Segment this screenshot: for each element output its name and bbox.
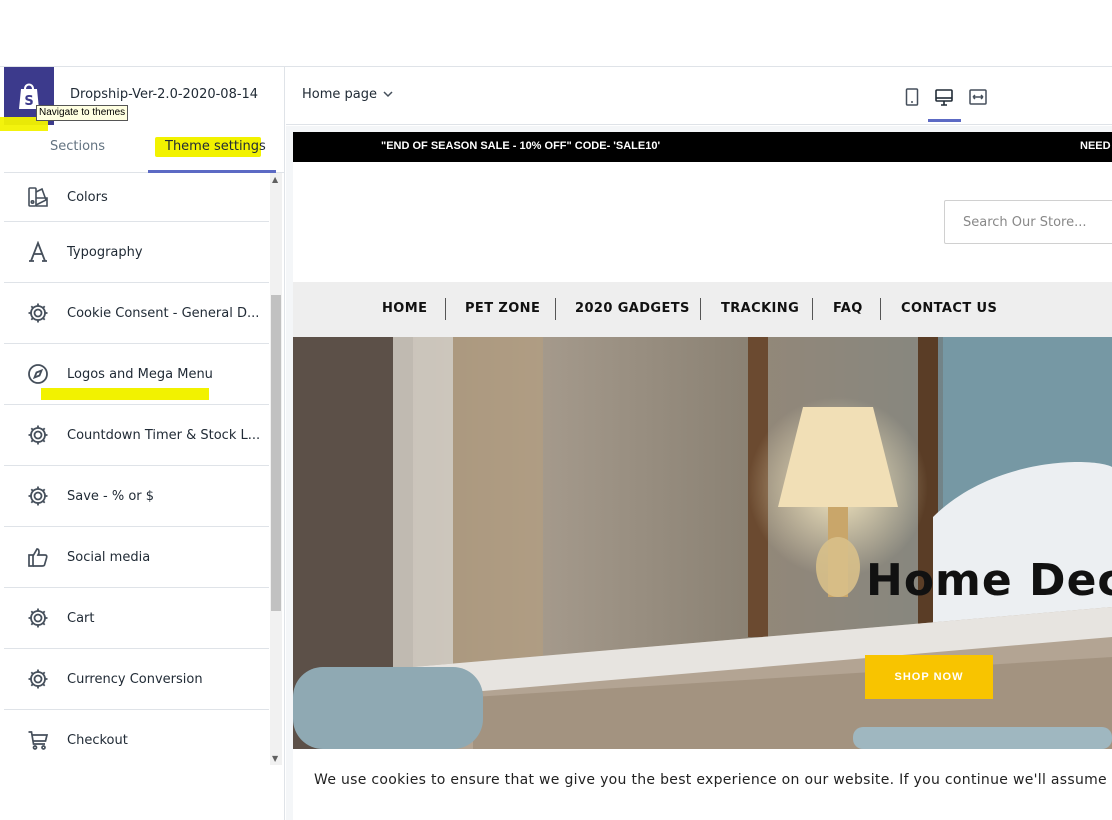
- fullscreen-view-button[interactable]: [966, 85, 990, 109]
- gear-icon: [26, 667, 50, 691]
- gear-icon: [26, 423, 50, 447]
- scroll-up-arrow-icon[interactable]: ▲: [272, 175, 278, 184]
- nav-separator: [700, 298, 701, 320]
- store-preview: "END OF SEASON SALE - 10% OFF" CODE- 'SA…: [293, 132, 1112, 820]
- shop-now-button[interactable]: SHOP NOW: [865, 655, 993, 699]
- hero-banner: Home Dec SHOP NOW: [293, 337, 1112, 749]
- nav-separator: [812, 298, 813, 320]
- desktop-icon: [935, 88, 953, 106]
- page-selector-label: Home page: [302, 87, 377, 102]
- tab-theme-settings[interactable]: Theme settings: [165, 139, 266, 154]
- top-band: [0, 0, 1112, 67]
- sidebar-scrollbar[interactable]: ▲ ▼: [270, 173, 282, 765]
- gear-icon: [26, 301, 50, 325]
- nav-separator: [445, 298, 446, 320]
- compass-icon: [26, 362, 50, 386]
- fullscreen-icon: [969, 89, 987, 105]
- hero-title: Home Dec: [866, 555, 1112, 606]
- store-search-input[interactable]: Search Our Store...: [944, 200, 1112, 244]
- gear-icon: [26, 484, 50, 508]
- settings-item-label: Typography: [67, 244, 143, 260]
- mobile-view-button[interactable]: [900, 85, 924, 109]
- settings-item-checkout[interactable]: Checkout: [4, 710, 269, 765]
- page-selector[interactable]: Home page: [302, 87, 393, 102]
- nav-item-2020-gadgets[interactable]: 2020 GADGETS: [575, 301, 690, 316]
- theme-name: Dropship-Ver-2.0-2020-08-14: [70, 87, 259, 102]
- nav-item-tracking[interactable]: TRACKING: [721, 301, 799, 316]
- cookie-banner: We use cookies to ensure that we give yo…: [293, 749, 1112, 820]
- search-placeholder: Search Our Store...: [963, 214, 1087, 230]
- announcement-text: "END OF SEASON SALE - 10% OFF" CODE- 'SA…: [381, 140, 661, 152]
- settings-item-social-media[interactable]: Social media: [4, 527, 269, 588]
- store-nav: HOME PET ZONE 2020 GADGETS TRACKING FAQ …: [293, 282, 1112, 337]
- settings-item-label: Save - % or $: [67, 488, 155, 504]
- settings-item-typography[interactable]: Typography: [4, 222, 269, 283]
- announcement-bar: "END OF SEASON SALE - 10% OFF" CODE- 'SA…: [293, 132, 1112, 162]
- settings-item-logos-mega-menu[interactable]: Logos and Mega Menu: [4, 344, 269, 405]
- colors-icon: [26, 185, 50, 209]
- settings-item-countdown-timer[interactable]: Countdown Timer & Stock L...: [4, 405, 269, 466]
- settings-item-label: Checkout: [67, 732, 128, 748]
- settings-item-label: Colors: [67, 189, 108, 205]
- typography-icon: [26, 240, 50, 264]
- cookie-text: We use cookies to ensure that we give yo…: [314, 772, 1107, 788]
- nav-separator: [880, 298, 881, 320]
- cart-icon: [26, 728, 50, 752]
- settings-list: Colors Typography Cookie Consent - Gener…: [4, 173, 269, 765]
- gear-icon: [26, 606, 50, 630]
- announcement-text-2: NEED: [1080, 140, 1111, 152]
- chevron-down-icon: [383, 91, 393, 98]
- scroll-down-arrow-icon[interactable]: ▼: [272, 754, 278, 763]
- sidebar-header: S Dropship-Ver-2.0-2020-08-14 Navigate t…: [0, 67, 284, 131]
- editor-toolbar: Home page: [286, 67, 1112, 125]
- nav-item-home[interactable]: HOME: [382, 301, 427, 316]
- settings-item-colors[interactable]: Colors: [4, 173, 269, 222]
- settings-item-cookie-consent[interactable]: Cookie Consent - General D...: [4, 283, 269, 344]
- nav-separator: [555, 298, 556, 320]
- theme-editor: S Dropship-Ver-2.0-2020-08-14 Navigate t…: [0, 0, 1112, 820]
- mobile-icon: [905, 88, 919, 106]
- active-view-indicator: [928, 119, 961, 122]
- settings-item-cart[interactable]: Cart: [4, 588, 269, 649]
- sidebar-tabs: Sections Theme settings: [4, 125, 284, 173]
- tab-sections[interactable]: Sections: [50, 139, 105, 154]
- nav-item-faq[interactable]: FAQ: [833, 301, 863, 316]
- nav-item-contact-us[interactable]: CONTACT US: [901, 301, 997, 316]
- settings-item-currency-conversion[interactable]: Currency Conversion: [4, 649, 269, 710]
- sidebar: S Dropship-Ver-2.0-2020-08-14 Navigate t…: [0, 67, 285, 820]
- settings-item-save[interactable]: Save - % or $: [4, 466, 269, 527]
- settings-item-label: Cart: [67, 610, 95, 626]
- svg-text:S: S: [24, 94, 33, 109]
- thumbs-up-icon: [26, 545, 50, 569]
- store-header: Search Our Store...: [293, 162, 1112, 282]
- settings-item-label: Cookie Consent - General D...: [67, 305, 260, 321]
- yellow-highlight: [41, 388, 209, 400]
- settings-item-label: Social media: [67, 549, 151, 565]
- nav-item-pet-zone[interactable]: PET ZONE: [465, 301, 540, 316]
- scrollbar-thumb[interactable]: [271, 295, 281, 611]
- settings-item-label: Countdown Timer & Stock L...: [67, 427, 261, 443]
- settings-item-label: Currency Conversion: [67, 671, 203, 687]
- desktop-view-button[interactable]: [932, 85, 956, 109]
- settings-item-label: Logos and Mega Menu: [67, 366, 213, 382]
- tooltip: Navigate to themes: [36, 105, 129, 121]
